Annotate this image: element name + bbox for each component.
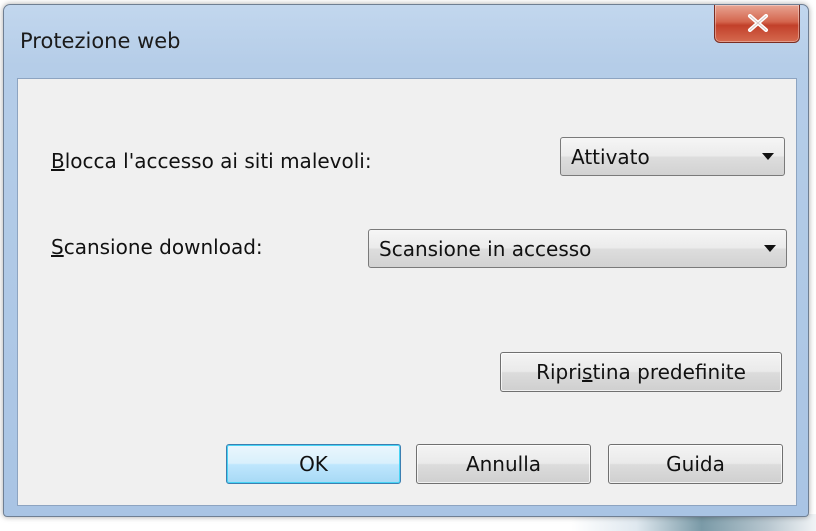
chevron-down-icon xyxy=(764,245,776,252)
block-sites-value: Attivato xyxy=(571,145,650,169)
cancel-button[interactable]: Annulla xyxy=(416,444,591,484)
ok-button[interactable]: OK xyxy=(226,444,401,484)
chevron-down-icon xyxy=(762,153,774,160)
download-scan-value: Scansione in accesso xyxy=(379,237,592,261)
block-sites-dropdown[interactable]: Attivato xyxy=(560,137,785,176)
title-bar[interactable]: Protezione web xyxy=(4,5,808,78)
close-button[interactable] xyxy=(714,5,800,43)
dialog-title: Protezione web xyxy=(20,29,181,53)
dialog-window: Protezione web Blocca l'accesso ai siti … xyxy=(3,4,809,517)
close-icon xyxy=(748,14,768,32)
block-sites-label: Blocca l'accesso ai siti malevoli: xyxy=(51,149,372,173)
restore-defaults-button[interactable]: Ripristina predefinite xyxy=(500,352,782,392)
download-scan-dropdown[interactable]: Scansione in accesso xyxy=(368,229,787,268)
download-scan-label: Scansione download: xyxy=(51,235,263,259)
dialog-content: Blocca l'accesso ai siti malevoli: Attiv… xyxy=(17,78,797,506)
help-button[interactable]: Guida xyxy=(608,444,783,484)
